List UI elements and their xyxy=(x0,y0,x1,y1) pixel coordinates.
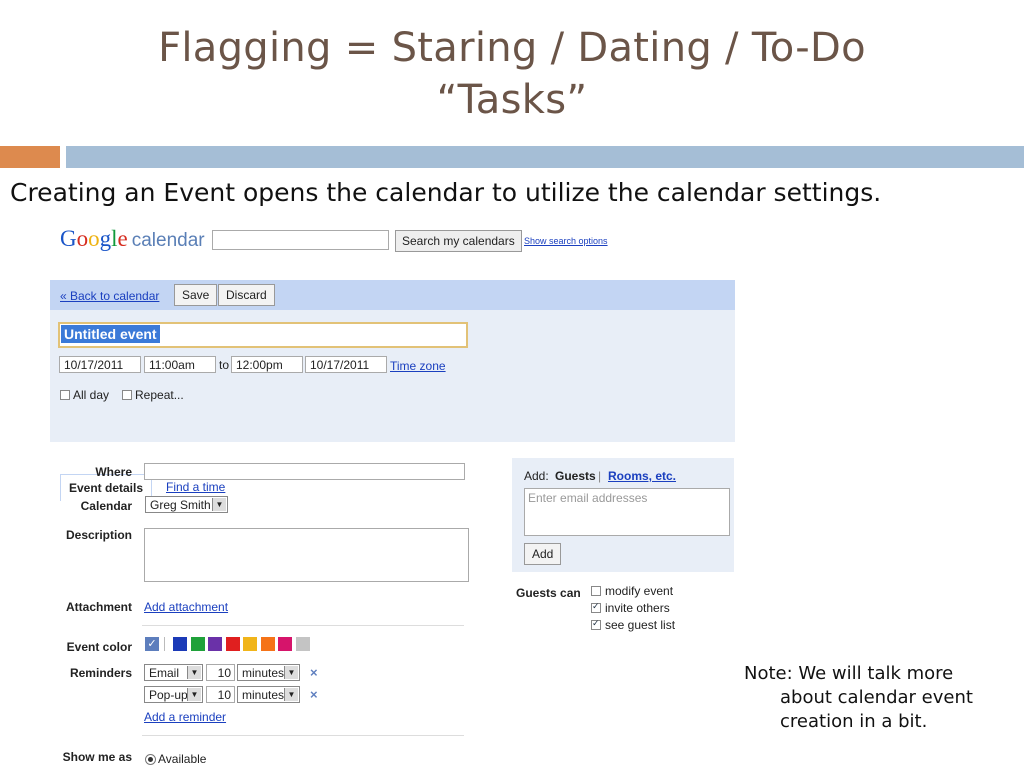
calendar-label: Calendar xyxy=(80,499,132,513)
accent-bar-orange xyxy=(0,146,60,168)
google-calendar-screenshot: Google calendar Search my calendars Show … xyxy=(50,222,740,768)
reminder-method-select[interactable]: Email ▼ xyxy=(144,664,203,681)
event-toolbar: « Back to calendar Save Discard xyxy=(50,280,735,310)
color-swatch[interactable] xyxy=(243,637,257,651)
reminder-unit-select[interactable]: minutes ▼ xyxy=(237,686,300,703)
event-title-input[interactable]: Untitled event xyxy=(58,322,468,348)
event-header-panel: « Back to calendar Save Discard Untitled… xyxy=(50,280,735,501)
accent-bar-blue xyxy=(66,146,1024,168)
reminder-method-value: Email xyxy=(149,666,180,680)
reminder-unit-value: minutes xyxy=(242,688,285,702)
see-guest-list-label: see guest list xyxy=(605,618,676,632)
event-title-text: Untitled event xyxy=(61,325,160,343)
logo-letter: g xyxy=(99,226,112,251)
divider xyxy=(142,625,464,626)
where-input[interactable] xyxy=(144,463,465,480)
logo-letter: e xyxy=(117,226,128,251)
note-line-3: creation in a bit. xyxy=(780,711,928,732)
end-time-field[interactable]: 12:00pm xyxy=(231,356,303,373)
slide-title-line-1: Flagging = Staring / Dating / To-Do xyxy=(158,25,866,71)
all-day-checkbox[interactable] xyxy=(60,390,70,400)
invite-others-checkbox[interactable] xyxy=(591,601,601,613)
tab-guests[interactable]: Guests xyxy=(555,469,596,483)
invite-others-label: invite others xyxy=(605,601,670,615)
discard-button[interactable]: Discard xyxy=(218,284,275,306)
end-date-field[interactable]: 10/17/2011 xyxy=(305,356,387,373)
back-to-calendar-link[interactable]: « Back to calendar xyxy=(60,289,159,303)
rooms-link[interactable]: Rooms, etc. xyxy=(608,469,676,483)
divider xyxy=(142,735,464,736)
where-label: Where xyxy=(95,465,132,479)
color-swatch[interactable] xyxy=(295,637,310,651)
note-line-1: Note: We will talk more xyxy=(744,663,954,684)
slide-note: Note: We will talk more about calendar e… xyxy=(744,662,1014,734)
guests-can-label: Guests can xyxy=(516,586,581,600)
modify-event-checkbox[interactable] xyxy=(591,586,601,596)
show-me-as-label: Show me as xyxy=(62,750,132,764)
remove-reminder-icon[interactable]: × xyxy=(310,687,318,702)
google-calendar-logo[interactable]: Google calendar xyxy=(60,226,205,252)
swatch-separator xyxy=(164,637,165,651)
reminder-unit-select[interactable]: minutes ▼ xyxy=(237,664,300,681)
search-input[interactable] xyxy=(212,230,389,250)
chevron-down-icon: ▼ xyxy=(284,688,298,701)
guest-email-input[interactable]: Enter email addresses xyxy=(524,488,730,536)
add-label: Add: xyxy=(524,469,549,483)
chevron-down-icon: ▼ xyxy=(212,498,226,511)
start-date-field[interactable]: 10/17/2011 xyxy=(59,356,141,373)
chevron-down-icon: ▼ xyxy=(284,666,298,679)
color-swatch[interactable] xyxy=(190,637,205,651)
reminder-amount-input[interactable]: 10 xyxy=(206,664,235,681)
slide-title-line-2: “Tasks” xyxy=(436,77,588,123)
time-zone-link[interactable]: Time zone xyxy=(390,359,446,373)
logo-calendar-text: calendar xyxy=(131,230,205,251)
color-swatch[interactable] xyxy=(173,637,187,651)
description-label: Description xyxy=(65,528,132,542)
note-line-2: about calendar event xyxy=(780,687,973,708)
add-attachment-link[interactable]: Add attachment xyxy=(144,600,228,614)
add-guest-button[interactable]: Add xyxy=(524,543,562,565)
chevron-down-icon: ▼ xyxy=(187,666,201,679)
reminders-label: Reminders xyxy=(69,666,132,680)
add-reminder-link[interactable]: Add a reminder xyxy=(144,710,226,724)
reminder-unit-value: minutes xyxy=(242,666,285,680)
search-calendars-button[interactable]: Search my calendars xyxy=(395,230,522,252)
repeat-checkbox[interactable] xyxy=(122,390,132,400)
chevron-down-icon: ▼ xyxy=(187,688,201,701)
reminder-method-value: Pop-up xyxy=(149,688,188,702)
separator: | xyxy=(598,469,602,483)
slide-title: Flagging = Staring / Dating / To-Do “Tas… xyxy=(0,22,1024,126)
color-swatch[interactable] xyxy=(278,637,292,651)
color-swatch[interactable] xyxy=(225,637,240,651)
default-color-swatch[interactable]: ✓ xyxy=(145,637,159,651)
logo-letter: o xyxy=(88,226,100,251)
modify-event-label: modify event xyxy=(605,584,674,598)
start-time-field[interactable]: 11:00am xyxy=(144,356,216,373)
to-label: to xyxy=(219,358,230,372)
logo-letter: o xyxy=(76,226,89,251)
calendar-select[interactable]: Greg Smith ▼ xyxy=(145,496,228,513)
color-swatch[interactable] xyxy=(208,637,222,651)
description-textarea[interactable] xyxy=(144,528,469,582)
slide-subtitle: Creating an Event opens the calendar to … xyxy=(10,178,882,207)
repeat-label: Repeat... xyxy=(135,388,184,402)
all-day-label: All day xyxy=(73,388,110,402)
available-radio[interactable] xyxy=(145,754,156,765)
reminder-method-select[interactable]: Pop-up ▼ xyxy=(144,686,203,703)
see-guest-list-checkbox[interactable] xyxy=(591,618,601,630)
event-color-label: Event color xyxy=(66,640,132,654)
available-label: Available xyxy=(158,752,207,766)
calendar-select-value: Greg Smith xyxy=(150,498,211,512)
remove-reminder-icon[interactable]: × xyxy=(310,665,318,680)
show-search-options-link[interactable]: Show search options xyxy=(524,236,608,246)
attachment-label: Attachment xyxy=(65,600,132,614)
reminder-amount-input[interactable]: 10 xyxy=(206,686,235,703)
save-button[interactable]: Save xyxy=(174,284,218,306)
logo-letter: G xyxy=(60,226,77,251)
guests-panel: Add: Guests | Rooms, etc. Enter email ad… xyxy=(512,458,734,572)
color-swatch[interactable] xyxy=(260,637,275,651)
